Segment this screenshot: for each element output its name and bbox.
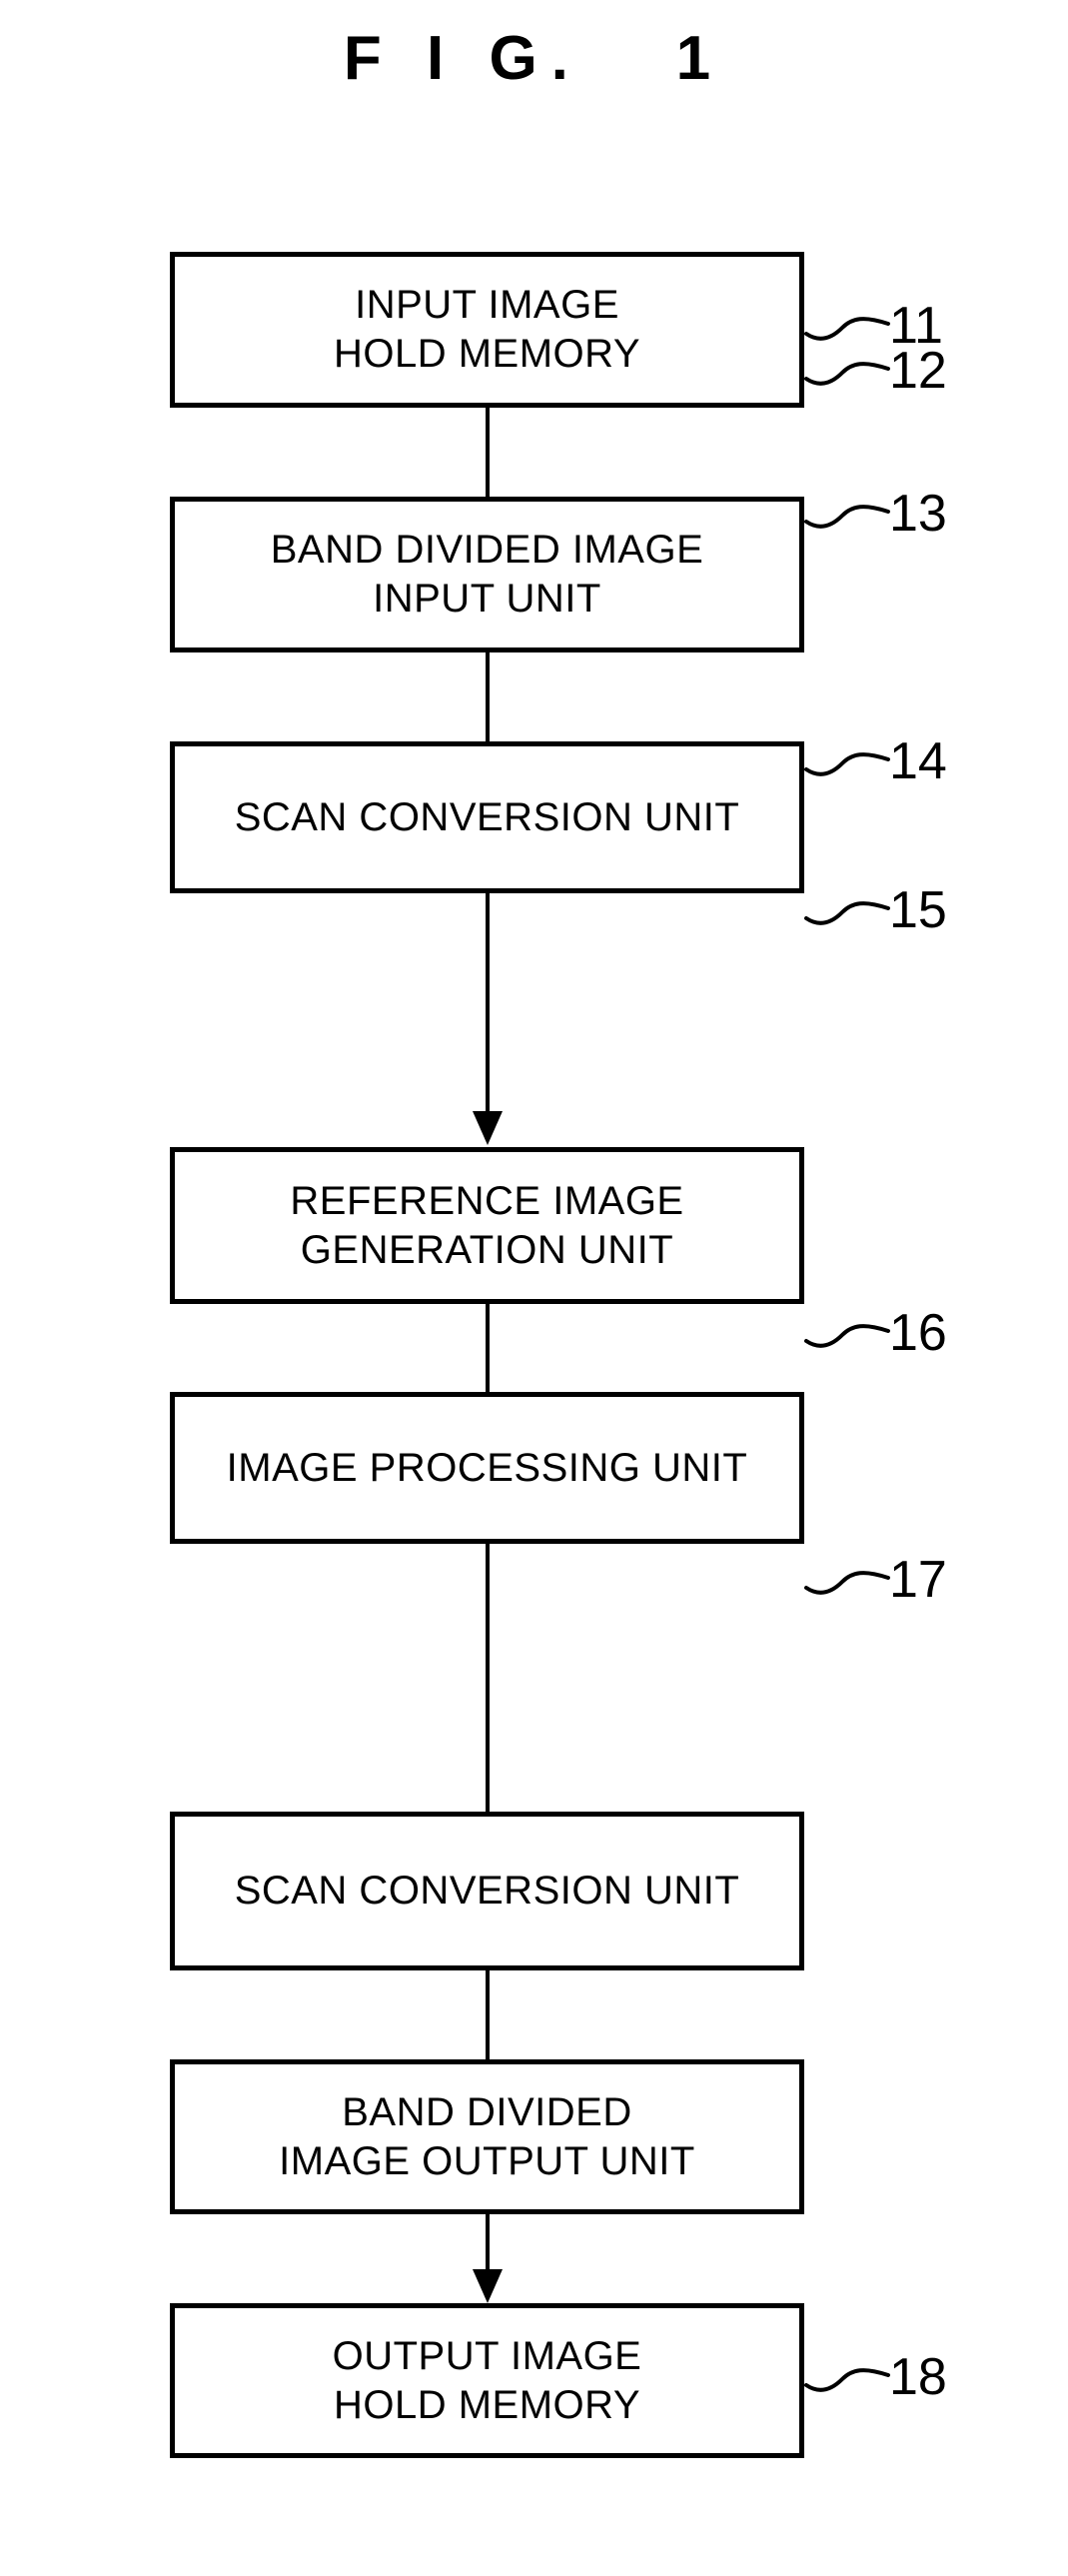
- block-label: REFERENCE IMAGE GENERATION UNIT: [290, 1178, 684, 1272]
- patent-figure: F I G. 1 INPUT IMAGE HOLD MEMORY 11 BAND…: [0, 0, 1068, 2576]
- block-image-processing-unit[interactable]: IMAGE PROCESSING UNIT: [170, 1392, 804, 1544]
- ref-leader-16: [804, 1297, 894, 1351]
- ref-number-18: 18: [889, 2348, 947, 2406]
- ref-number-16: 16: [889, 1304, 947, 1362]
- block-reference-image-generation-unit[interactable]: REFERENCE IMAGE GENERATION UNIT: [170, 1147, 804, 1304]
- block-output-image-hold-memory[interactable]: OUTPUT IMAGE HOLD MEMORY: [170, 2303, 804, 2458]
- ref-leader-13: [804, 478, 894, 532]
- ref-number-14: 14: [889, 732, 947, 790]
- block-label: SCAN CONVERSION UNIT: [234, 1869, 740, 1914]
- block-label: INPUT IMAGE HOLD MEMORY: [333, 283, 641, 376]
- block-label: OUTPUT IMAGE HOLD MEMORY: [332, 2333, 642, 2427]
- block-scan-conversion-unit-16[interactable]: SCAN CONVERSION UNIT: [170, 1812, 804, 1970]
- ref-number-13: 13: [889, 485, 947, 543]
- block-label: BAND DIVIDED IMAGE INPUT UNIT: [270, 528, 704, 621]
- arrowhead-17-to-18: [473, 2269, 503, 2303]
- block-input-image-hold-memory[interactable]: INPUT IMAGE HOLD MEMORY: [170, 252, 804, 408]
- ref-number-12: 12: [889, 342, 947, 400]
- ref-leader-18: [804, 2341, 894, 2395]
- connector-17-to-18: [486, 2212, 490, 2271]
- arrowhead-13-to-14: [473, 1111, 503, 1145]
- figure-title: F I G. 1: [343, 24, 725, 93]
- connector-15-to-16: [486, 1542, 490, 1814]
- connector-11-to-12: [486, 406, 490, 499]
- block-scan-conversion-unit-13[interactable]: SCAN CONVERSION UNIT: [170, 741, 804, 893]
- block-label: IMAGE PROCESSING UNIT: [226, 1445, 748, 1490]
- connector-16-to-17: [486, 1968, 490, 2061]
- block-label: SCAN CONVERSION UNIT: [234, 794, 740, 839]
- block-band-divided-image-output-unit[interactable]: BAND DIVIDED IMAGE OUTPUT UNIT: [170, 2059, 804, 2214]
- block-band-divided-image-input-unit[interactable]: BAND DIVIDED IMAGE INPUT UNIT: [170, 497, 804, 652]
- ref-leader-12: [804, 335, 894, 389]
- ref-leader-14: [804, 725, 894, 779]
- connector-12-to-13: [486, 650, 490, 743]
- ref-leader-17: [804, 1544, 894, 1598]
- ref-leader-15: [804, 874, 894, 928]
- ref-number-17: 17: [889, 1551, 947, 1609]
- connector-14-to-15: [486, 1302, 490, 1394]
- block-label: BAND DIVIDED IMAGE OUTPUT UNIT: [279, 2089, 695, 2183]
- ref-number-15: 15: [889, 881, 947, 939]
- connector-13-to-14: [486, 891, 490, 1113]
